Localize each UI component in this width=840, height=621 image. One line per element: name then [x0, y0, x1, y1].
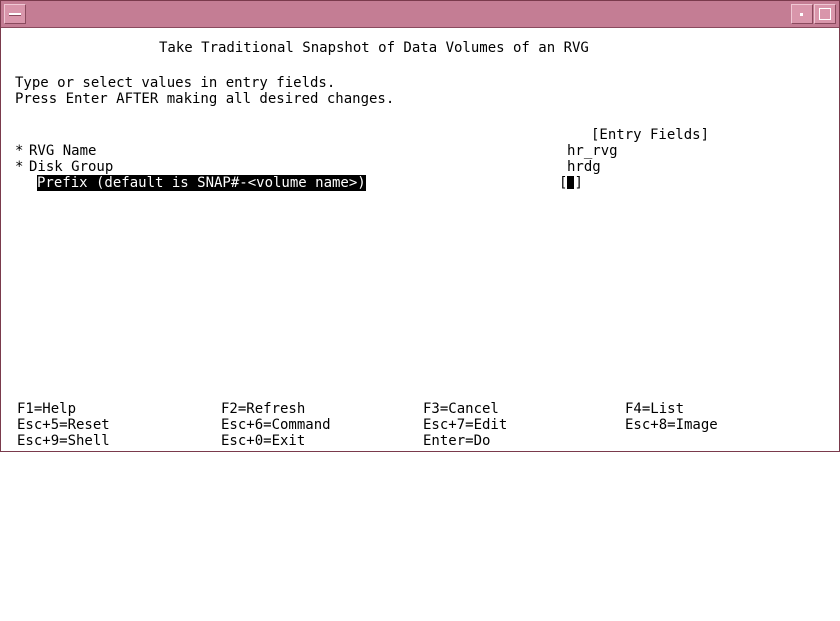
close-bracket: ] [574, 175, 583, 191]
window-menu-button[interactable] [4, 4, 26, 24]
open-bracket: [ [559, 175, 568, 191]
field-label-rvg-name[interactable]: RVG Name [29, 143, 96, 159]
window-titlebar[interactable] [1, 1, 839, 28]
maximize-button[interactable] [814, 4, 836, 24]
screen-title: Take Traditional Snapshot of Data Volume… [159, 40, 589, 56]
terminal-screen[interactable]: Take Traditional Snapshot of Data Volume… [5, 29, 837, 449]
instruction-line-2: Press Enter AFTER making all desired cha… [15, 91, 395, 107]
entry-fields-header: [Entry Fields] [591, 127, 710, 143]
minimize-icon [800, 13, 803, 16]
minimize-button[interactable] [791, 4, 813, 24]
fkey-list[interactable]: F4=List [625, 401, 684, 417]
required-marker: * [15, 143, 24, 159]
field-label-prefix[interactable]: Prefix (default is SNAP#-<volume name>) [37, 175, 366, 191]
fkey-reset[interactable]: Esc+5=Reset [17, 417, 110, 433]
fkey-refresh[interactable]: F2=Refresh [221, 401, 305, 417]
fkey-image[interactable]: Esc+8=Image [625, 417, 718, 433]
field-value-disk-group[interactable]: hrdg [567, 159, 601, 175]
terminal-window: Take Traditional Snapshot of Data Volume… [0, 0, 840, 452]
fkey-do[interactable]: Enter=Do [423, 433, 490, 449]
fkey-cancel[interactable]: F3=Cancel [423, 401, 499, 417]
fkey-command[interactable]: Esc+6=Command [221, 417, 331, 433]
maximize-icon [819, 8, 831, 20]
field-label-disk-group[interactable]: Disk Group [29, 159, 113, 175]
fkey-help[interactable]: F1=Help [17, 401, 76, 417]
fkey-shell[interactable]: Esc+9=Shell [17, 433, 110, 449]
fkey-exit[interactable]: Esc+0=Exit [221, 433, 305, 449]
window-menu-icon [9, 13, 21, 16]
field-input-prefix[interactable]: [] [559, 175, 583, 191]
fkey-edit[interactable]: Esc+7=Edit [423, 417, 507, 433]
required-marker: * [15, 159, 24, 175]
field-value-rvg-name[interactable]: hr_rvg [567, 143, 618, 159]
instruction-line-1: Type or select values in entry fields. [15, 75, 336, 91]
